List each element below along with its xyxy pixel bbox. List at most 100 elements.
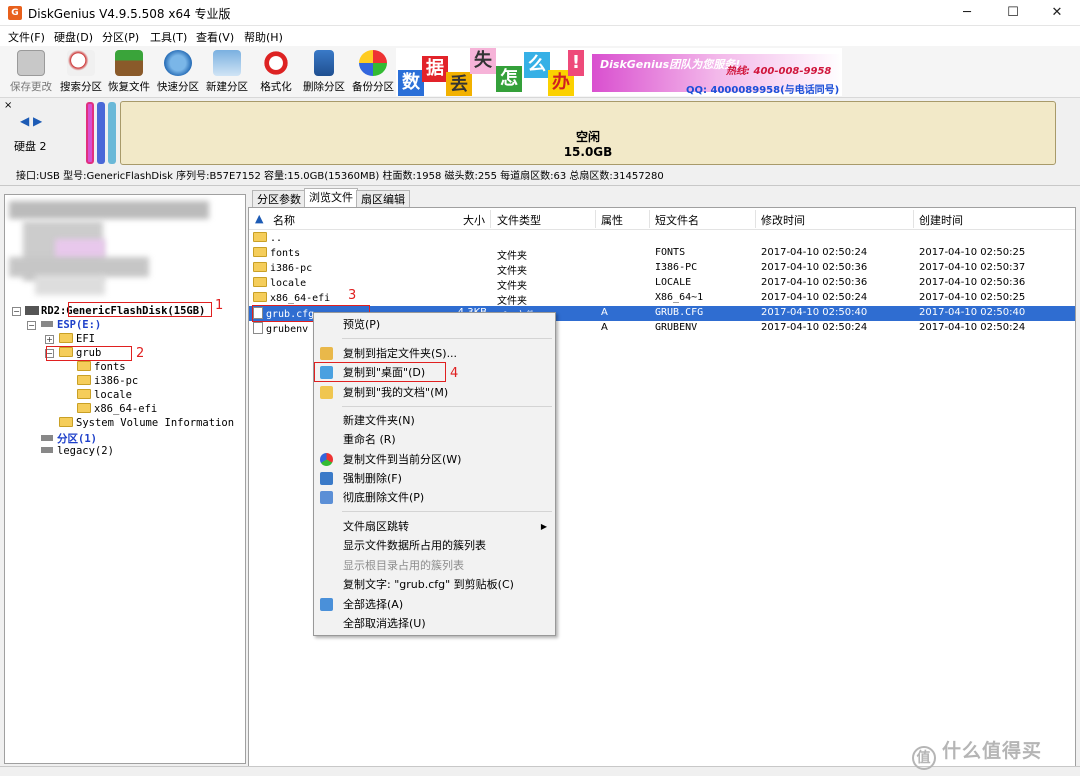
menu-new-folder[interactable]: 新建文件夹(N) <box>314 411 555 430</box>
backup-partition-button[interactable]: 备份分区 <box>348 50 398 96</box>
cell-mtime: 2017-04-10 02:50:40 <box>761 307 868 318</box>
tree-x86-64-efi[interactable]: x86_64-efi <box>77 403 157 415</box>
cell-type: 文件夹 <box>497 251 527 262</box>
tree-legacy[interactable]: legacy(2) <box>41 445 114 457</box>
toolbar: 保存更改 搜索分区 恢复文件 快速分区 新建分区 格式化 删除分区 备份分区 数… <box>0 46 1080 98</box>
cell-name: fonts <box>253 247 300 259</box>
cell-short: GRUB.CFG <box>655 307 704 318</box>
drive-icon <box>41 435 53 441</box>
menu-tools[interactable]: 工具(T) <box>150 29 187 45</box>
menu-file[interactable]: 文件(F) <box>8 29 45 45</box>
banner-hotline: 热线: 400-008-9958 <box>726 66 832 77</box>
tab-sector-edit[interactable]: 扇区编辑 <box>356 190 410 208</box>
folder-icon <box>253 262 267 272</box>
expander-efi[interactable]: + <box>45 335 54 344</box>
delete-partition-button[interactable]: 删除分区 <box>299 50 349 96</box>
cell-attr: A <box>601 307 608 318</box>
expander-disk[interactable]: − <box>12 307 21 316</box>
col-name[interactable]: 名称 <box>273 212 295 228</box>
tree-locale[interactable]: locale <box>77 389 132 401</box>
magnifier-icon <box>67 50 95 76</box>
menu-copy-text[interactable]: 复制文字: "grub.cfg" 到剪贴板(C) <box>314 575 555 594</box>
menu-file-sector-jump[interactable]: 文件扇区跳转 ▶ <box>314 517 555 536</box>
menu-rename[interactable]: 重命名 (R) <box>314 430 555 449</box>
cell-attr: A <box>601 322 608 333</box>
folder-icon <box>253 277 267 287</box>
drive-icon <box>41 447 53 453</box>
cell-ctime: 2017-04-10 02:50:25 <box>919 247 1026 258</box>
cell-mtime: 2017-04-10 02:50:36 <box>761 277 868 288</box>
menu-force-delete[interactable]: 强制删除(F) <box>314 469 555 488</box>
tree-esp[interactable]: ESP(E:) <box>41 319 101 331</box>
menu-help[interactable]: 帮助(H) <box>244 29 283 45</box>
recover-files-button[interactable]: 恢复文件 <box>104 50 154 96</box>
maximize-button[interactable]: ☐ <box>990 0 1036 26</box>
context-menu: 预览(P) 复制到指定文件夹(S)... 复制到"桌面"(D) 复制到"我的文档… <box>313 312 556 636</box>
tab-partition-params[interactable]: 分区参数 <box>252 190 306 208</box>
new-partition-icon <box>213 50 241 76</box>
col-short-name[interactable]: 短文件名 <box>655 212 699 228</box>
tree-i386-pc[interactable]: i386-pc <box>77 375 138 387</box>
folder-icon <box>253 292 267 302</box>
tree-system-volume-information[interactable]: System Volume Information <box>59 417 234 429</box>
cell-type: 文件夹 <box>497 281 527 292</box>
col-type[interactable]: 文件类型 <box>497 212 541 228</box>
annotation-number-3: 3 <box>348 288 357 303</box>
save-changes-button[interactable]: 保存更改 <box>6 50 56 96</box>
close-button[interactable]: ✕ <box>1034 0 1080 26</box>
col-attr[interactable]: 属性 <box>601 212 623 228</box>
menu-copy-to-folder[interactable]: 复制到指定文件夹(S)... <box>314 344 555 363</box>
menu-wipe-delete[interactable]: 彻底删除文件(P) <box>314 488 555 507</box>
file-row[interactable]: .. <box>249 231 1075 246</box>
menu-preview[interactable]: 预览(P) <box>314 315 555 334</box>
menu-select-all[interactable]: 全部选择(A) <box>314 595 555 614</box>
file-row[interactable]: i386-pc 文件夹 I386-PC 2017-04-10 02:50:36 2017… <box>249 261 1075 277</box>
menu-disk[interactable]: 硬盘(D) <box>54 29 93 45</box>
col-created[interactable]: 创建时间 <box>919 212 963 228</box>
partition-1-bar[interactable] <box>97 102 105 164</box>
file-row[interactable]: x86_64-efi 文件夹 X86_64~1 2017-04-10 02:50:24… <box>249 291 1075 307</box>
tree-fonts[interactable]: fonts <box>77 361 126 373</box>
cell-name: x86_64-efi <box>253 292 330 304</box>
expander-esp[interactable]: − <box>27 321 36 330</box>
disk-tree-pane[interactable]: − RD2:GenericFlashDisk(15GB) − ESP(E:) +… <box>4 194 246 764</box>
annotation-box-1 <box>68 302 212 317</box>
col-modified[interactable]: 修改时间 <box>761 212 805 228</box>
backup-disc-icon <box>359 50 387 76</box>
format-button[interactable]: 格式化 <box>251 50 301 96</box>
cell-short: I386-PC <box>655 262 698 273</box>
copy-folder-icon <box>320 347 333 360</box>
tab-browse-files[interactable]: 浏览文件 <box>304 188 358 208</box>
tree-partition-1[interactable]: 分区(1) <box>41 431 97 446</box>
menu-view[interactable]: 查看(V) <box>196 29 234 45</box>
partition-legacy-bar[interactable] <box>108 102 116 164</box>
checkbox-icon <box>320 598 333 611</box>
banner-slogan: DiskGenius团队为您服务! <box>600 58 741 71</box>
col-size[interactable]: 大小 <box>463 212 485 228</box>
ad-banner[interactable]: 数 据 丢 失 怎 么 办 ! DiskGenius团队为您服务! 热线: 40… <box>396 48 842 96</box>
new-partition-button[interactable]: 新建分区 <box>202 50 252 96</box>
quick-partition-button[interactable]: 快速分区 <box>153 50 203 96</box>
minimize-button[interactable]: ─ <box>944 0 990 26</box>
menu-deselect-all[interactable]: 全部取消选择(U) <box>314 614 555 633</box>
folder-icon <box>253 247 267 257</box>
close-panel-icon[interactable]: × <box>4 100 12 111</box>
file-row[interactable]: locale 文件夹 LOCALE 2017-04-10 02:50:36 2017-0… <box>249 276 1075 292</box>
menu-partition[interactable]: 分区(P) <box>102 29 139 45</box>
format-icon <box>262 50 290 76</box>
search-partition-button[interactable]: 搜索分区 <box>56 50 106 96</box>
save-icon <box>17 50 45 76</box>
window-title: DiskGenius V4.9.5.508 x64 专业版 <box>28 7 231 21</box>
menu-show-file-clusters[interactable]: 显示文件数据所占用的簇列表 <box>314 536 555 555</box>
file-row[interactable]: fonts 文件夹 FONTS 2017-04-10 02:50:24 2017-04-… <box>249 246 1075 262</box>
annotation-number-1: 1 <box>215 298 224 313</box>
cell-ctime: 2017-04-10 02:50:36 <box>919 277 1026 288</box>
menu-copy-to-current-partition[interactable]: 复制文件到当前分区(W) <box>314 450 555 469</box>
tree-efi[interactable]: EFI <box>59 333 95 345</box>
disk-nav-arrows[interactable]: ◀ ▶ <box>20 114 42 128</box>
title-bar: G DiskGenius V4.9.5.508 x64 专业版 ─ ☐ ✕ <box>0 0 1080 26</box>
menu-bar: 文件(F) 硬盘(D) 分区(P) 工具(T) 查看(V) 帮助(H) <box>0 26 1080 46</box>
menu-copy-to-documents[interactable]: 复制到"我的文档"(M) <box>314 383 555 402</box>
free-space-bar[interactable]: 空闲 15.0GB <box>120 101 1056 165</box>
partition-esp-bar[interactable] <box>86 102 94 164</box>
